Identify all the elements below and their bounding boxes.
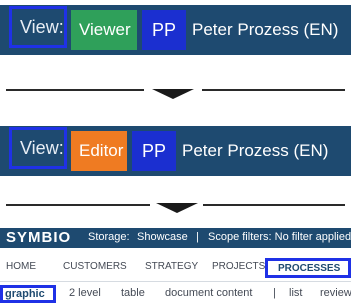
nav-strategy[interactable]: STRATEGY <box>145 261 198 272</box>
header-separator: | <box>196 231 199 243</box>
divider-line-left <box>6 89 144 91</box>
subnav-review[interactable]: review <box>320 287 351 299</box>
symbio-app-panel: SYMBIO Storage: Showcase | Scope filters… <box>0 228 351 303</box>
divider-line-right <box>202 89 345 91</box>
nav-processes[interactable]: PROCESSES <box>265 258 351 278</box>
nav-projects[interactable]: PROJECTS <box>212 261 265 272</box>
user-name[interactable]: Peter Prozess (EN) <box>192 20 338 40</box>
storage-label: Storage: <box>88 231 130 243</box>
main-nav: HOME CUSTOMERS STRATEGY PROJECTS PROCESS… <box>0 258 351 278</box>
sub-nav: graphic 2 level table document content |… <box>0 285 351 303</box>
arrow-down-icon <box>152 89 194 99</box>
subnav-graphic[interactable]: graphic <box>0 285 56 303</box>
subnav-2-level[interactable]: 2 level <box>69 287 101 299</box>
subnav-graphic-label: graphic <box>5 288 45 300</box>
view-bar-editor: View: Editor PP Peter Prozess (EN) <box>0 126 351 176</box>
subnav-separator: | <box>273 287 276 299</box>
editor-mode-button[interactable]: Editor <box>71 131 127 171</box>
user-name[interactable]: Peter Prozess (EN) <box>182 141 328 161</box>
view-label: View: <box>20 138 64 158</box>
nav-customers[interactable]: CUSTOMERS <box>63 261 127 272</box>
subnav-table[interactable]: table <box>121 287 145 299</box>
view-bar-viewer: View: Viewer PP Peter Prozess (EN) <box>0 5 351 55</box>
nav-processes-label: PROCESSES <box>278 263 341 274</box>
viewer-mode-button[interactable]: Viewer <box>71 10 137 50</box>
nav-divider <box>0 281 351 282</box>
subnav-list[interactable]: list <box>289 287 302 299</box>
divider-line-right <box>203 204 345 206</box>
view-label: View: <box>20 17 64 37</box>
symbio-logo[interactable]: SYMBIO <box>6 229 71 246</box>
nav-home[interactable]: HOME <box>6 261 36 272</box>
storage-selector[interactable]: Showcase <box>137 231 188 243</box>
user-initials-avatar[interactable]: PP <box>142 10 186 50</box>
scope-filters[interactable]: Scope filters: No filter applied <box>208 231 351 243</box>
divider-line-left <box>6 204 150 206</box>
user-initials-avatar[interactable]: PP <box>132 131 176 171</box>
app-header: SYMBIO Storage: Showcase | Scope filters… <box>0 228 351 248</box>
subnav-document-content[interactable]: document content <box>165 287 252 299</box>
arrow-down-icon <box>156 203 198 213</box>
